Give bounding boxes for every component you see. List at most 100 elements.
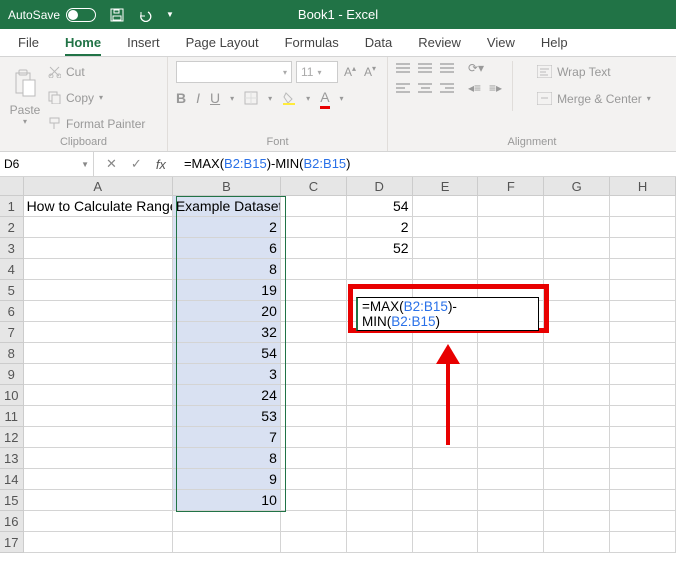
cell[interactable] bbox=[281, 490, 347, 511]
cell[interactable] bbox=[413, 196, 479, 217]
tab-formulas[interactable]: Formulas bbox=[285, 31, 339, 56]
cell[interactable] bbox=[544, 532, 610, 553]
cell[interactable] bbox=[24, 406, 173, 427]
font-size-select[interactable]: 11▾ bbox=[296, 61, 338, 83]
cell[interactable] bbox=[478, 364, 544, 385]
increase-indent-icon[interactable]: ≡▸ bbox=[489, 81, 502, 95]
cell[interactable]: 8 bbox=[173, 259, 281, 280]
cell[interactable] bbox=[281, 427, 347, 448]
cell[interactable]: 20 bbox=[173, 301, 281, 322]
cell[interactable] bbox=[610, 301, 676, 322]
cell[interactable]: 8 bbox=[173, 448, 281, 469]
cell[interactable] bbox=[24, 322, 173, 343]
spreadsheet-grid[interactable]: A B C D E F G H 1How to Calculate RangeE… bbox=[0, 177, 676, 553]
row-header[interactable]: 12 bbox=[0, 427, 24, 448]
cell[interactable] bbox=[24, 532, 173, 553]
row-header[interactable]: 6 bbox=[0, 301, 24, 322]
cell[interactable] bbox=[347, 343, 413, 364]
cell[interactable] bbox=[24, 448, 173, 469]
cell[interactable] bbox=[610, 343, 676, 364]
align-right-icon[interactable] bbox=[440, 83, 454, 93]
cell[interactable] bbox=[281, 238, 347, 259]
cell[interactable] bbox=[413, 217, 479, 238]
borders-icon[interactable] bbox=[244, 91, 258, 105]
cell[interactable]: Example Dataset bbox=[173, 196, 281, 217]
col-header[interactable]: D bbox=[347, 177, 413, 196]
format-painter-button[interactable]: Format Painter bbox=[48, 113, 145, 134]
col-header[interactable]: G bbox=[544, 177, 610, 196]
cell[interactable] bbox=[281, 532, 347, 553]
cell[interactable] bbox=[413, 490, 479, 511]
grow-font-icon[interactable]: A▴ bbox=[344, 64, 356, 80]
save-icon[interactable] bbox=[110, 8, 124, 22]
fx-icon[interactable]: fx bbox=[156, 157, 166, 172]
col-header[interactable]: C bbox=[281, 177, 347, 196]
cell[interactable] bbox=[173, 532, 281, 553]
cell[interactable] bbox=[544, 259, 610, 280]
cell[interactable] bbox=[281, 322, 347, 343]
cell[interactable] bbox=[478, 469, 544, 490]
align-left-icon[interactable] bbox=[396, 83, 410, 93]
cell[interactable] bbox=[173, 511, 281, 532]
row-header[interactable]: 7 bbox=[0, 322, 24, 343]
cut-button[interactable]: Cut bbox=[48, 61, 145, 82]
cell[interactable] bbox=[347, 385, 413, 406]
tab-file[interactable]: File bbox=[18, 31, 39, 56]
row-header[interactable]: 14 bbox=[0, 469, 24, 490]
align-top-icon[interactable] bbox=[396, 63, 410, 73]
cell[interactable] bbox=[24, 364, 173, 385]
cell[interactable] bbox=[478, 196, 544, 217]
cell[interactable] bbox=[544, 238, 610, 259]
cell[interactable] bbox=[281, 301, 347, 322]
cell[interactable] bbox=[610, 196, 676, 217]
cancel-icon[interactable]: ✕ bbox=[106, 156, 117, 172]
row-header[interactable]: 8 bbox=[0, 343, 24, 364]
cell[interactable] bbox=[24, 385, 173, 406]
cell[interactable] bbox=[544, 343, 610, 364]
col-header[interactable]: B bbox=[173, 177, 281, 196]
cell[interactable] bbox=[281, 406, 347, 427]
qat-dropdown-icon[interactable]: ▼ bbox=[166, 10, 174, 19]
row-header[interactable]: 15 bbox=[0, 490, 24, 511]
cell[interactable] bbox=[281, 469, 347, 490]
cell[interactable] bbox=[281, 280, 347, 301]
row-header[interactable]: 16 bbox=[0, 511, 24, 532]
cell[interactable] bbox=[281, 217, 347, 238]
cell[interactable] bbox=[544, 448, 610, 469]
cell[interactable] bbox=[544, 301, 610, 322]
cell[interactable] bbox=[544, 406, 610, 427]
cell[interactable] bbox=[478, 532, 544, 553]
paste-label[interactable]: Paste bbox=[10, 103, 41, 117]
font-color-icon[interactable]: A bbox=[320, 89, 329, 107]
shrink-font-icon[interactable]: A▾ bbox=[364, 64, 376, 80]
cell[interactable] bbox=[610, 406, 676, 427]
cell[interactable] bbox=[347, 511, 413, 532]
toggle-off-icon[interactable] bbox=[66, 8, 96, 22]
fill-color-icon[interactable] bbox=[282, 91, 296, 105]
cell[interactable] bbox=[610, 259, 676, 280]
tab-home[interactable]: Home bbox=[65, 31, 101, 56]
col-header[interactable]: H bbox=[610, 177, 676, 196]
row-header[interactable]: 1 bbox=[0, 196, 24, 217]
cell[interactable] bbox=[478, 406, 544, 427]
cell[interactable] bbox=[347, 469, 413, 490]
cell[interactable] bbox=[478, 448, 544, 469]
cell[interactable]: 24 bbox=[173, 385, 281, 406]
row-header[interactable]: 2 bbox=[0, 217, 24, 238]
cell[interactable] bbox=[610, 448, 676, 469]
tab-page-layout[interactable]: Page Layout bbox=[186, 31, 259, 56]
cell[interactable] bbox=[24, 280, 173, 301]
cell[interactable]: 2 bbox=[347, 217, 413, 238]
cell[interactable]: 53 bbox=[173, 406, 281, 427]
font-family-select[interactable]: ▾ bbox=[176, 61, 292, 83]
cell[interactable] bbox=[544, 196, 610, 217]
cell[interactable] bbox=[413, 259, 479, 280]
tab-data[interactable]: Data bbox=[365, 31, 392, 56]
cell[interactable]: 6 bbox=[173, 238, 281, 259]
orientation-icon[interactable]: ⟳▾ bbox=[468, 61, 484, 75]
cell[interactable] bbox=[478, 217, 544, 238]
tab-view[interactable]: View bbox=[487, 31, 515, 56]
cell[interactable] bbox=[478, 259, 544, 280]
cell[interactable]: 2 bbox=[173, 217, 281, 238]
cell[interactable] bbox=[478, 343, 544, 364]
